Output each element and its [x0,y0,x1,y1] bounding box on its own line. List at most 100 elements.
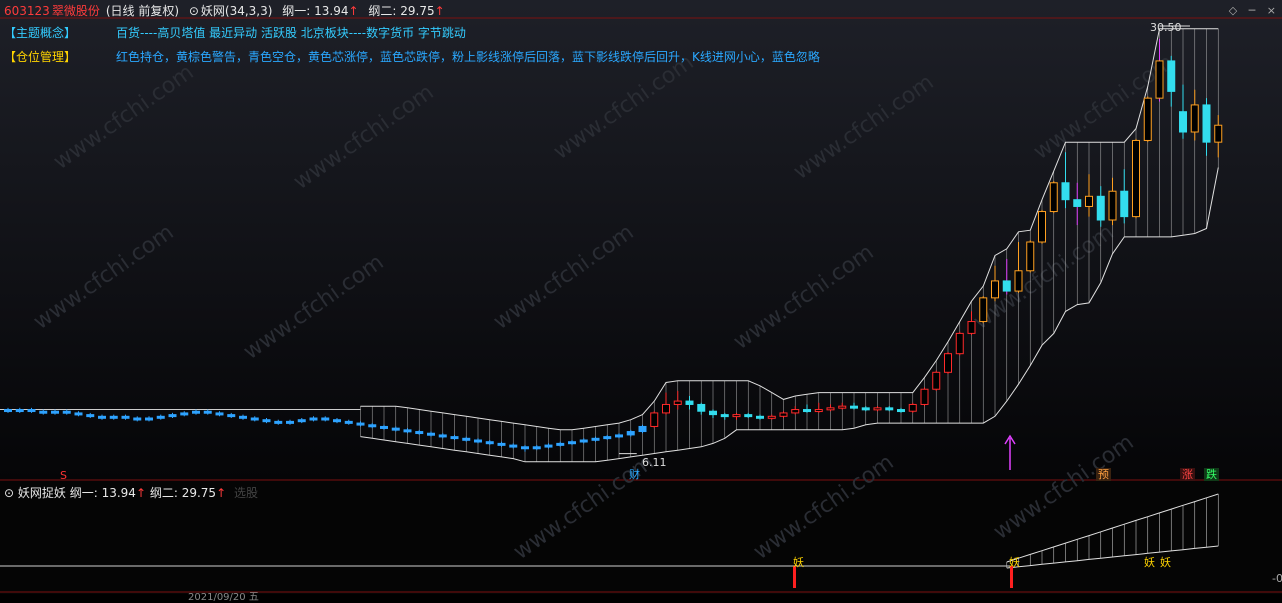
candle-body [662,403,670,414]
sub-line2-label: 纲二: 29.75 [149,486,217,500]
sub-line2-up-icon: ↑ [216,486,227,500]
candle-body [368,424,377,428]
candle-body [192,410,200,414]
candle-body [156,415,165,419]
candle-body [74,412,83,416]
candle-body [1026,241,1035,272]
theme-label: 【主题概念】 [4,26,77,40]
candle-body [356,422,365,426]
diamond-icon[interactable]: ◇ [1229,4,1237,17]
candle-body [462,437,471,441]
candle [638,424,647,434]
candle-body [544,444,553,448]
candle-body [309,417,318,421]
low-price-label: 6.11 [642,456,667,469]
candle-body [86,414,95,418]
candle-body [591,437,600,441]
sub-extra[interactable]: 选股 [234,486,258,500]
candle-body [333,419,341,423]
position-text: 红色持仓，黄棕色警告，青色空仓，黄色芯涨停，蓝色芯跌停，粉上影线涨停后回落，蓝下… [116,50,820,64]
candle-body [568,441,576,445]
candle-body [262,419,271,423]
marker-s: S [60,469,67,482]
marker-zhang: 涨 [1180,468,1195,481]
candle-body [145,417,153,421]
candle-body [791,409,800,414]
candle-body [27,409,36,413]
candle-body [556,442,565,446]
candle-body [1167,60,1176,92]
candle-body [15,409,24,413]
candle-body [1073,199,1082,207]
candle-body [39,410,48,414]
candle-body [1085,195,1093,207]
candle-body [626,431,635,436]
minimize-icon[interactable]: ─ [1249,4,1256,17]
candle-body [344,420,353,424]
candle-body [250,417,259,421]
candle [1049,181,1058,214]
candle-body [744,414,753,418]
candle-body [239,415,247,419]
marker-die: 跌 [1204,468,1219,481]
sub-line1-up-icon: ↑ [135,486,147,500]
candle [1143,96,1152,143]
candle-body [438,434,447,438]
candle-body [579,439,588,443]
candle-body [615,434,623,438]
candle-body [826,407,835,411]
candle-body [897,409,905,413]
marker-cai: 财 [629,468,640,481]
candle-body [1143,97,1152,141]
candle [908,402,917,413]
candle-body [168,414,177,418]
close-icon[interactable]: × [1267,4,1276,17]
footer-right-zero: -0 [1272,572,1282,585]
footer-date: 2021/09/20 五 [188,592,259,603]
candle-body [521,446,529,450]
window-controls: ◇ ─ × [1221,4,1276,17]
kline-chart[interactable]: www.cfchi.com www.cfchi.com www.cfchi.com w… [0,0,1282,594]
candle-body [967,321,976,334]
candle-body [1214,124,1223,143]
candle-body [685,400,694,405]
sub-toggle-icon[interactable]: ⊙ [4,486,14,500]
chart-mode[interactable]: (日线 前复权) [106,4,179,18]
candle-body [814,409,823,413]
marker-yu: 预 [1096,468,1111,481]
sub-line1-label: 纲一: 13.94 [69,486,136,500]
candle-body [509,444,518,448]
candle [944,352,952,374]
candle-body [532,446,541,450]
candle-body [1120,190,1129,218]
candle-body [51,410,59,414]
candle-body [274,420,283,424]
candle-body [979,297,988,323]
candle-body [109,415,118,419]
candle-body [203,410,212,414]
indicator-name[interactable]: 妖网(34,3,3) [201,4,273,18]
high-price-label: 30.50 [1150,21,1182,34]
candle-body [709,410,717,416]
indicator-toggle-icon[interactable]: ⊙ [189,4,199,18]
candle-body [932,371,941,390]
candle [932,370,941,391]
position-label: 【仓位管理】 [4,50,77,64]
candle-body [803,409,811,413]
stock-name[interactable]: 翠微股份 [52,4,100,18]
candle-body [497,442,506,446]
sub-title[interactable]: 妖网捉妖 [18,486,66,500]
candle-body [885,407,894,411]
candle-body [62,410,71,414]
candle-body [873,407,882,411]
candle-body [1014,270,1023,292]
stock-code[interactable]: 603123 [4,4,50,18]
candle-body [98,415,106,419]
candle-body [403,429,412,433]
candle-body [180,412,189,416]
candle-body [485,441,494,445]
candle-body [427,432,435,436]
candle-body [944,353,952,373]
candle [979,296,988,324]
candle-body [1132,139,1140,218]
